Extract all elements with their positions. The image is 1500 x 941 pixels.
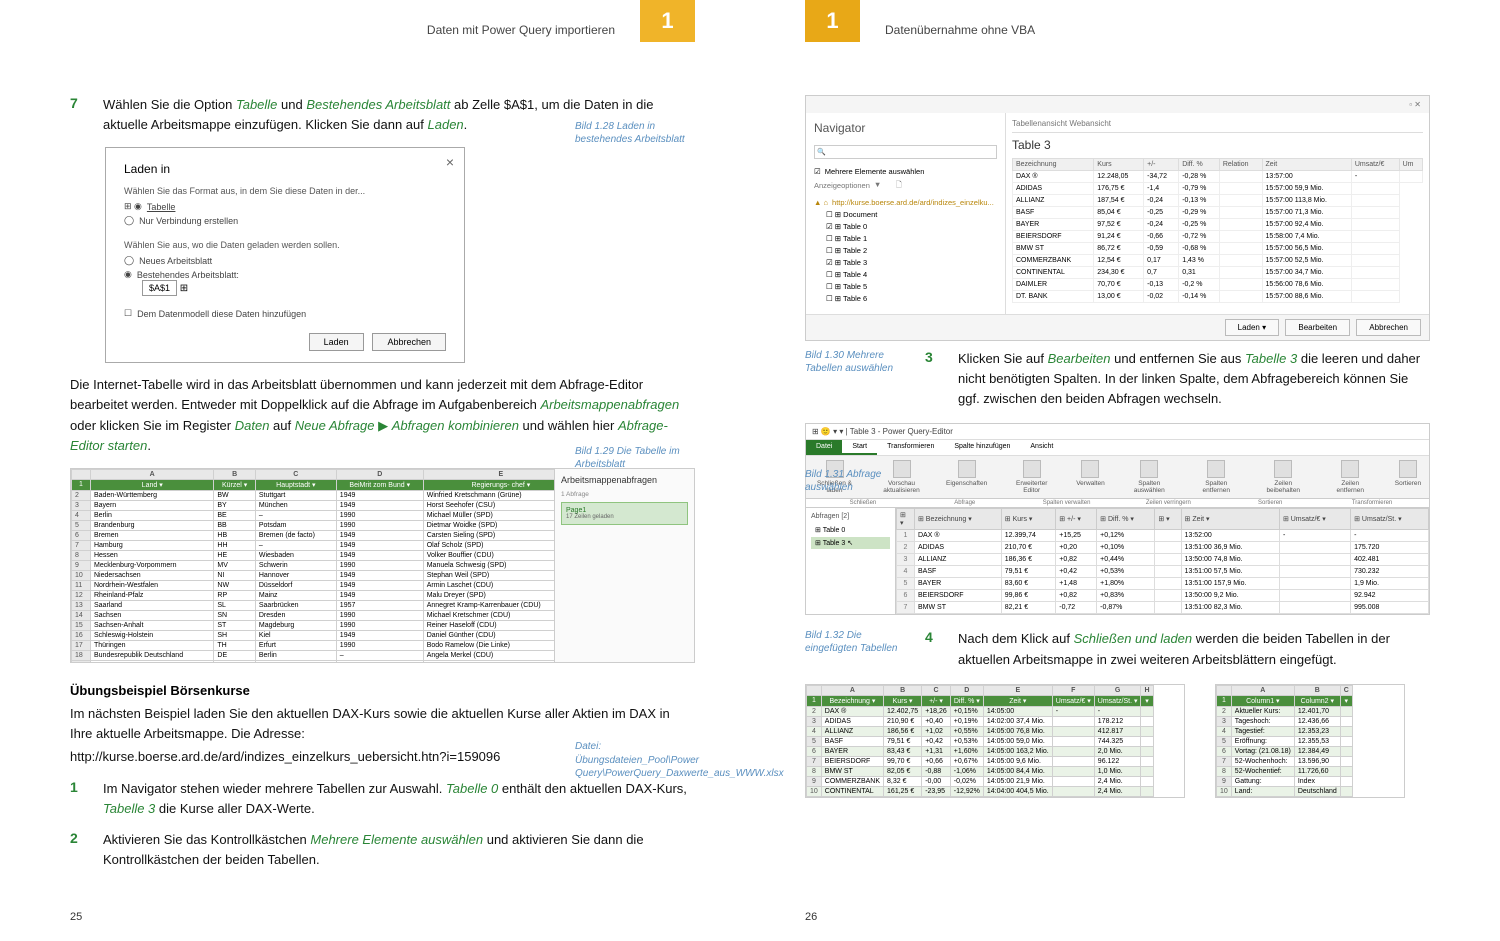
tab-datei[interactable]: Datei — [806, 440, 842, 455]
cell-input[interactable]: $A$1 — [142, 280, 177, 296]
abfragen-panel: Abfragen [2] ⊞ Table 0 ⊞ Table 3 ↖ — [806, 508, 896, 614]
ribbon-item[interactable]: Zeilen beibehalten — [1261, 460, 1306, 494]
ribbon-item[interactable]: Erweiterter Editor — [1009, 460, 1054, 494]
ribbon-item[interactable]: Spalten entfernen — [1194, 460, 1239, 494]
excel-sheet-laender: ABCDEF1Land ▾Kürzel ▾Hauptstadt ▾BeiMrit… — [70, 468, 695, 663]
query-table-3[interactable]: ⊞ Table 3 ↖ — [811, 537, 890, 549]
tree-item[interactable]: ☐ ⊞ Table 4 — [826, 270, 997, 279]
power-query-editor: ⊞ 🙂 ▾ ▾ | Table 3 - Power Query-Editor D… — [805, 423, 1430, 615]
result-sheet-1: ABCDEFGH1Bezeichnung ▾Kurs ▾+/- ▾Diff. %… — [805, 684, 1185, 798]
navigator-dialog: ▫ ✕ Navigator 🔍 ☑ Mehrere Elemente auswä… — [805, 95, 1430, 341]
abbrechen-button[interactable]: Abbrechen — [1356, 319, 1421, 336]
tab-transformieren[interactable]: Transformieren — [877, 440, 944, 455]
step-4-row: Bild 1.32 Die eingefügten Tabellen 4 Nac… — [805, 629, 1430, 669]
caption-1-32: Bild 1.32 Die eingefügten Tabellen — [805, 629, 905, 669]
tree-item[interactable]: ☐ ⊞ Document — [826, 210, 997, 219]
tab-ansicht[interactable]: Ansicht — [1020, 440, 1063, 455]
step-2: 2 Aktivieren Sie das Kontrollkästchen Me… — [70, 830, 695, 870]
laden-button[interactable]: Laden ▾ — [1225, 319, 1280, 336]
query-table-0[interactable]: ⊞ Table 0 — [811, 524, 890, 536]
header-left: Daten mit Power Query importieren 1 — [402, 18, 695, 42]
arbeitsmappenabfragen-panel: Arbeitsmappenabfragen 1 Abfrage Page1 17… — [554, 469, 694, 662]
step-number: 7 — [70, 95, 88, 135]
navigator-tree: Navigator 🔍 ☑ Mehrere Elemente auswählen… — [806, 113, 1006, 314]
page-number: 26 — [805, 911, 817, 923]
page-left: Daten mit Power Query importieren 1 7 Wä… — [0, 0, 750, 941]
tree-item[interactable]: ☐ ⊞ Table 5 — [826, 282, 997, 291]
laden-button[interactable]: Laden — [309, 333, 364, 351]
ribbon-item[interactable]: Verwalten — [1076, 460, 1105, 494]
search-input[interactable]: 🔍 — [814, 145, 997, 159]
ribbon-item[interactable]: Eigenschaften — [946, 460, 987, 494]
header-title-left: Daten mit Power Query importieren — [402, 23, 640, 37]
dialog-title: Laden in — [124, 162, 446, 176]
result-sheet-2: ABC1Column1 ▾Column2 ▾ ▾2Aktueller Kurs:… — [1215, 684, 1405, 798]
header-title-right: Datenübernahme ohne VBA — [860, 23, 1060, 37]
abfrage-item[interactable]: Page1 17 Zeilen geladen — [561, 502, 688, 525]
checkbox-datenmodell[interactable]: ☐ Dem Datenmodell diese Daten hinzufügen — [124, 308, 446, 319]
radio-neues-blatt[interactable]: ◯ Neues Arbeitsblatt — [124, 255, 446, 266]
header-right: 1 Datenübernahme ohne VBA — [805, 18, 1060, 42]
chapter-tab-right: 1 — [805, 0, 860, 42]
ribbon-item[interactable]: Zeilen entfernen — [1328, 460, 1373, 494]
radio-tabelle[interactable]: ⊞ ◉ Tabelle — [124, 201, 446, 212]
window-controls[interactable]: ▫ ✕ — [1409, 100, 1421, 109]
navigator-preview: Tabellenansicht Webansicht Table 3 Bezei… — [1006, 113, 1429, 314]
paragraph-boerse: Im nächsten Beispiel laden Sie den aktue… — [70, 704, 695, 744]
tree-item[interactable]: ☐ ⊞ Table 2 — [826, 246, 997, 255]
ribbon-item[interactable]: Sortieren — [1395, 460, 1421, 494]
caption-1-30: Bild 1.30 Mehrere Tabellen auswählen — [805, 349, 905, 409]
page-number: 25 — [70, 911, 82, 923]
tree-item[interactable]: ☑ ⊞ Table 0 — [826, 222, 997, 231]
caption-1-31: Bild 1.31 Abfrage auswählen — [805, 468, 905, 494]
tab-start[interactable]: Start — [842, 440, 877, 455]
step-3-row: Bild 1.30 Mehrere Tabellen auswählen 3 K… — [805, 349, 1430, 409]
subhead-boerse: Übungsbeispiel Börsenkurse — [70, 683, 695, 698]
page-right: 1 Datenübernahme ohne VBA ▫ ✕ Navigator … — [750, 0, 1500, 941]
radio-verbindung[interactable]: ◯ Nur Verbindung erstellen — [124, 215, 446, 226]
paragraph-1: Die Internet-Tabelle wird in das Arbeits… — [70, 375, 695, 456]
ribbon-item[interactable]: Spalten auswählen — [1127, 460, 1172, 494]
tree-item[interactable]: ☐ ⊞ Table 1 — [826, 234, 997, 243]
tree-item[interactable]: ☐ ⊞ Table 6 — [826, 294, 997, 303]
checkbox-mehrere[interactable]: ☑ Mehrere Elemente auswählen — [814, 167, 997, 176]
abbrechen-button[interactable]: Abbrechen — [372, 333, 446, 351]
tree-url[interactable]: ▲ ⌂ http://kurse.boerse.ard.de/ard/indiz… — [814, 198, 997, 207]
file-note: Datei: Übungsdateien_Pool\Power Query\Po… — [575, 740, 695, 781]
dialog-laden-in: × Laden in Wählen Sie das Format aus, in… — [105, 147, 465, 363]
tree-item[interactable]: ☑ ⊞ Table 3 — [826, 258, 997, 267]
chapter-tab-left: 1 — [640, 0, 695, 42]
caption-1-28: Bild 1.28 Laden in bestehendes Arbeitsbl… — [575, 120, 695, 146]
radio-bestehendes[interactable]: ◉ Bestehendes Arbeitsblatt: — [124, 269, 446, 280]
tab-spalte hinzufügen[interactable]: Spalte hinzufügen — [944, 440, 1020, 455]
step-1: 1 Im Navigator stehen wieder mehrere Tab… — [70, 779, 695, 819]
bearbeiten-button[interactable]: Bearbeiten — [1285, 319, 1350, 336]
close-icon[interactable]: × — [446, 154, 454, 170]
result-sheets: ABCDEFGH1Bezeichnung ▾Kurs ▾+/- ▾Diff. %… — [805, 684, 1430, 798]
